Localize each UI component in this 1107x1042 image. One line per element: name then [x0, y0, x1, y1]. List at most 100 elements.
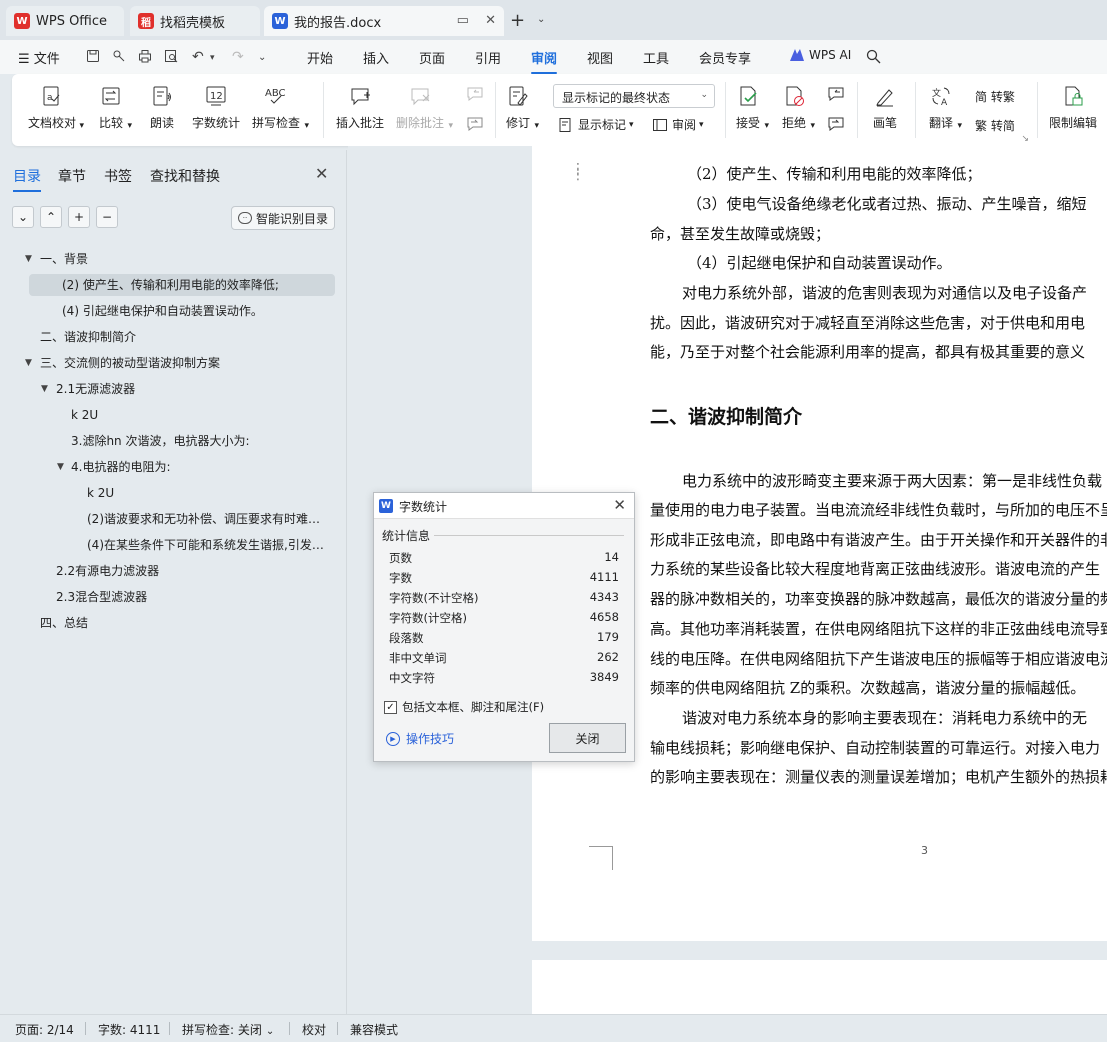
- page-corner-mark: [589, 846, 613, 870]
- toc-item[interactable]: (4)在某些条件下可能和系统发生谐振,引发事故: [87, 534, 324, 556]
- new-tab-icon[interactable]: +: [510, 10, 525, 31]
- svg-text:A: A: [941, 98, 948, 107]
- insert-comment-button[interactable]: 插入批注: [336, 84, 384, 131]
- print-preview-icon[interactable]: [164, 49, 178, 67]
- tab-wps-office[interactable]: W WPS Office: [6, 6, 124, 36]
- doc-paragraph: 器的脉冲数相关的，功率变换器的脉冲数越高，最低次的谐波分量的频: [650, 590, 1107, 608]
- wps-ai-button[interactable]: WPS AI: [789, 48, 851, 62]
- restrict-edit-button[interactable]: 限制编辑: [1049, 84, 1097, 131]
- menu-insert[interactable]: 插入: [363, 48, 389, 67]
- menu-tools[interactable]: 工具: [643, 48, 669, 67]
- toc-item[interactable]: 2.1无源滤波器: [56, 378, 326, 400]
- tab-bookmarks[interactable]: 书签: [104, 166, 132, 186]
- toc-item[interactable]: k 2U: [87, 482, 327, 504]
- tab-find-replace[interactable]: 查找和替换: [150, 166, 220, 186]
- expand-triangle-icon[interactable]: ▼: [41, 378, 48, 400]
- accept-button[interactable]: 接受 ▾: [736, 84, 769, 131]
- doc-paragraph: 高。其他功率消耗装置，在供电网络阻抗下这样的非正弦曲线电流导致: [650, 620, 1107, 638]
- redo-icon[interactable]: ↷: [232, 49, 244, 65]
- prev-comment-icon[interactable]: [466, 86, 488, 102]
- next-change-icon[interactable]: [827, 116, 849, 132]
- toc-item[interactable]: 二、谐波抑制简介: [40, 326, 330, 348]
- drag-handle-icon[interactable]: ⋮ ⋮: [571, 162, 585, 182]
- close-icon[interactable]: ✕: [485, 13, 496, 28]
- undo-icon[interactable]: ↶: [192, 49, 204, 65]
- toc-item-selected[interactable]: (2) 使产生、传输和利用电能的效率降低;: [29, 274, 335, 296]
- expand-triangle-icon[interactable]: ▼: [25, 352, 32, 374]
- revise-button[interactable]: 修订 ▾: [506, 84, 539, 131]
- expand-down-button[interactable]: ⌄: [12, 206, 34, 228]
- tab-template[interactable]: 稻 找稻壳模板: [130, 6, 260, 36]
- pen-icon: [873, 84, 897, 108]
- collapse-up-button[interactable]: ⌃: [40, 206, 62, 228]
- proof-status[interactable]: 校对: [302, 1021, 326, 1038]
- chevron-down-icon: ⌄: [265, 1026, 275, 1037]
- print-icon[interactable]: [138, 49, 152, 67]
- review-pane-button[interactable]: 审阅 ▾: [652, 116, 704, 133]
- delete-comment-button[interactable]: 删除批注 ▾: [396, 84, 453, 131]
- translate-button[interactable]: 文A 翻译 ▾: [929, 84, 962, 131]
- doc-check-button[interactable]: a 文档校对 ▾: [28, 84, 84, 131]
- remove-heading-button[interactable]: −: [96, 206, 118, 228]
- toc-item[interactable]: 四、总结: [40, 612, 330, 634]
- toc-item[interactable]: 一、背景: [40, 248, 330, 270]
- menu-member[interactable]: 会员专享: [699, 48, 751, 67]
- read-aloud-button[interactable]: 朗读: [150, 84, 174, 131]
- close-icon[interactable]: ✕: [613, 496, 626, 514]
- menu-review[interactable]: 审阅: [531, 48, 558, 74]
- tab-document[interactable]: W 我的报告.docx ▭ ✕: [264, 6, 504, 36]
- tab-toc[interactable]: 目录: [13, 166, 41, 192]
- pen-button[interactable]: 画笔: [873, 84, 897, 131]
- page-indicator[interactable]: 页面: 2/14: [15, 1021, 74, 1038]
- to-simplified-button[interactable]: 繁 转简: [975, 117, 1015, 134]
- expand-icon[interactable]: ↘: [1021, 134, 1029, 144]
- document-page[interactable]: [532, 960, 1107, 1020]
- file-menu[interactable]: ☰ 文件: [18, 48, 60, 67]
- expand-triangle-icon[interactable]: ▼: [25, 248, 32, 270]
- smart-toc-button[interactable]: ·· 智能识别目录: [231, 206, 335, 230]
- ribbon-separator: [323, 82, 324, 138]
- tips-link[interactable]: ▶ 操作技巧: [386, 730, 454, 747]
- ribbon-separator: [725, 82, 726, 138]
- toc-item[interactable]: 3.滤除hn 次谐波，电抗器大小为:: [71, 430, 326, 452]
- menu-bar: ☰ 文件 ↶ ▾ ↷ ⌄ 开始 插入 页面 引用 审阅 视图 工具 会员专享 W…: [0, 40, 1107, 74]
- share-icon[interactable]: [112, 49, 126, 67]
- chevron-down-icon[interactable]: ⌄: [537, 14, 545, 25]
- reject-button[interactable]: 拒绝 ▾: [782, 84, 815, 131]
- word-count-button[interactable]: 12 字数统计: [192, 84, 240, 131]
- show-markup-button[interactable]: 显示标记 ▾: [558, 116, 634, 133]
- checkbox-checked-icon[interactable]: ✓: [384, 700, 397, 714]
- to-traditional-button[interactable]: 简 转繁: [975, 88, 1015, 105]
- window-icon[interactable]: ▭: [457, 13, 469, 28]
- compare-button[interactable]: 比较 ▾: [99, 84, 132, 131]
- chevron-down-icon[interactable]: ⌄: [258, 52, 266, 63]
- toc-item[interactable]: 2.3混合型滤波器: [56, 586, 326, 608]
- prev-change-icon[interactable]: [827, 86, 849, 102]
- doc-paragraph: 线的电压降。在供电网络阻抗下产生谐波电压的振幅等于相应谐波电流: [650, 650, 1107, 668]
- menu-view[interactable]: 视图: [587, 48, 613, 67]
- menu-reference[interactable]: 引用: [475, 48, 501, 67]
- menu-start[interactable]: 开始: [307, 48, 333, 67]
- menu-page[interactable]: 页面: [419, 48, 445, 67]
- expand-triangle-icon[interactable]: ▼: [57, 456, 64, 478]
- search-icon[interactable]: [866, 49, 881, 68]
- close-icon[interactable]: ✕: [315, 164, 328, 183]
- spell-check-button[interactable]: ABC 拼写检查 ▾: [252, 84, 309, 131]
- save-icon[interactable]: [86, 49, 100, 67]
- toc-item[interactable]: 三、交流侧的被动型谐波抑制方案: [40, 352, 330, 374]
- tab-sections[interactable]: 章节: [58, 166, 86, 186]
- toc-item[interactable]: 2.2有源电力滤波器: [56, 560, 326, 582]
- toc-item[interactable]: (4) 引起继电保护和自动装置误动作。: [62, 300, 332, 322]
- add-heading-button[interactable]: +: [68, 206, 90, 228]
- spell-check-status[interactable]: 拼写检查: 关闭 ⌄: [182, 1021, 274, 1038]
- chevron-down-icon[interactable]: ▾: [210, 53, 215, 63]
- markup-state-dropdown[interactable]: 显示标记的最终状态 ⌄: [553, 84, 715, 108]
- toc-item[interactable]: k 2U: [71, 404, 326, 426]
- next-comment-icon[interactable]: [466, 116, 488, 132]
- include-textbox-checkbox[interactable]: ✓ 包括文本框、脚注和尾注(F): [384, 699, 544, 715]
- dialog-titlebar[interactable]: W 字数统计 ✕: [374, 493, 634, 519]
- toc-item[interactable]: 4.电抗器的电阻为:: [71, 456, 326, 478]
- toc-item[interactable]: (2)谐波要求和无功补偿、调压要求有时难以协调: [87, 508, 324, 530]
- close-button[interactable]: 关闭: [549, 723, 626, 753]
- word-count-indicator[interactable]: 字数: 4111: [98, 1021, 160, 1038]
